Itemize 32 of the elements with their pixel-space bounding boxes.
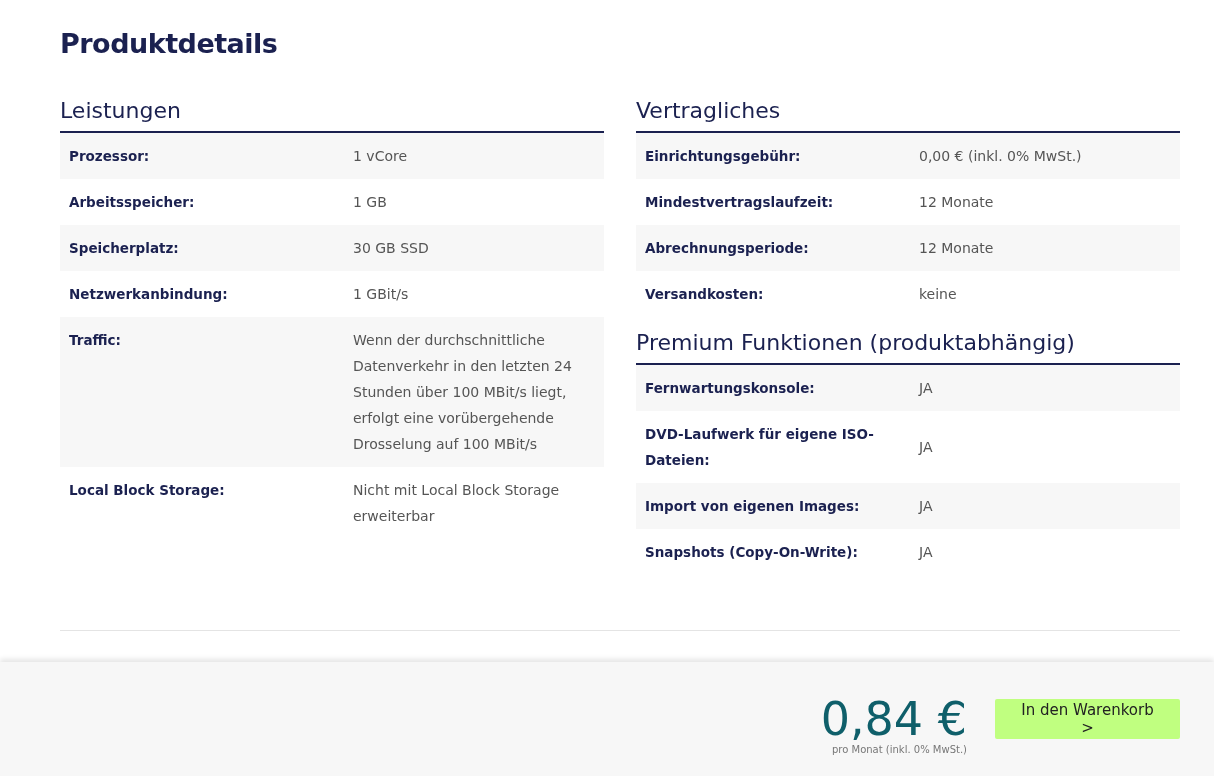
row-label: Speicherplatz:: [69, 239, 180, 258]
row-value: 12 Monate: [919, 239, 995, 258]
row-label: Snapshots (Copy-On-Write):: [645, 543, 859, 562]
row-value: JA: [919, 379, 934, 398]
row-value: Nicht mit Local Block Storage erweiterbar: [353, 481, 561, 526]
add-to-cart-button[interactable]: In den Warenkorb >: [995, 699, 1180, 739]
row-label: Arbeitsspeicher:: [69, 193, 196, 212]
row-label: Einrichtungsgebühr:: [645, 147, 802, 166]
row-value: JA: [919, 497, 934, 516]
row-value: JA: [919, 543, 934, 562]
row-label: Versandkosten:: [645, 285, 765, 304]
row-label: Fernwartungskonsole:: [645, 379, 816, 398]
page-title: Produktdetails: [60, 28, 279, 59]
price-note: pro Monat (inkl. 0% MwSt.): [832, 743, 967, 755]
row-value: 1 GBit/s: [353, 285, 410, 304]
row-value: Wenn der durchschnittliche Datenverkehr in den letzten 24 Stunden über 100 MBit/s liegt, erfolgt eine vorübergehende Drosselung auf 100 MBit/s: [353, 331, 573, 454]
price: 0,84 €: [820, 693, 967, 744]
row-value: 1 GB: [353, 193, 388, 212]
row-label: Prozessor:: [69, 147, 151, 166]
row-label: Local Block Storage:: [69, 481, 226, 500]
row-value: 12 Monate: [919, 193, 995, 212]
row-label: Mindestvertragslaufzeit:: [645, 193, 835, 212]
row-value: 1 vCore: [353, 147, 409, 166]
row-label: Abrechnungsperiode:: [645, 239, 810, 258]
row-value: keine: [919, 285, 958, 304]
row-label: DVD-Laufwerk für eigene ISO-Dateien:: [645, 425, 875, 470]
row-label: Netzwerkanbindung:: [69, 285, 229, 304]
row-label: Import von eigenen Images:: [645, 497, 861, 516]
row-label: Traffic:: [69, 331, 122, 350]
row-value: JA: [919, 438, 934, 457]
row-value: 30 GB SSD: [353, 239, 430, 258]
row-value: 0,00 € (inkl. 0% MwSt.): [919, 147, 1083, 166]
